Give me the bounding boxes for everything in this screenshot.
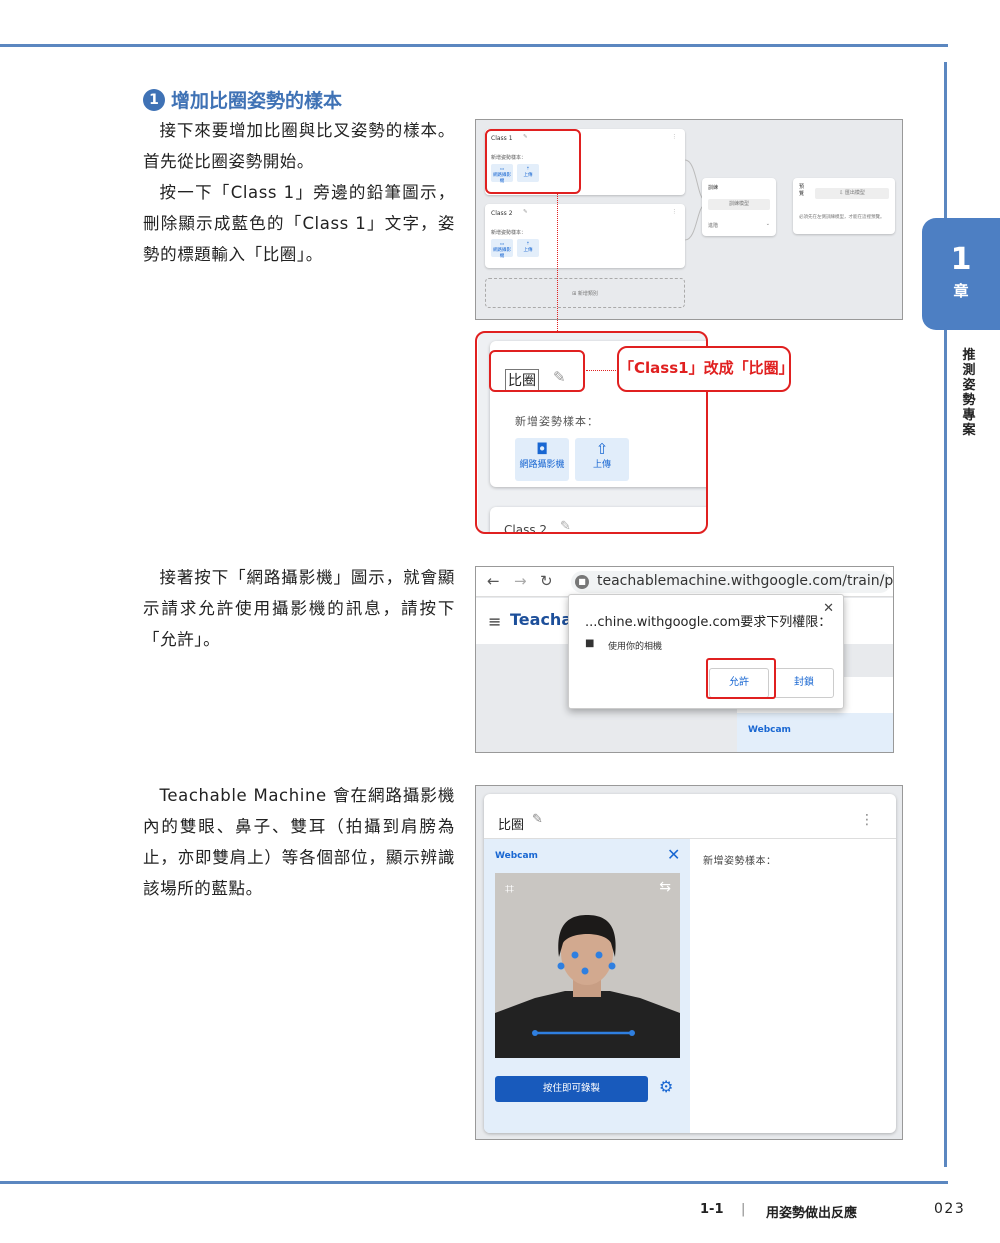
add-class-button[interactable]: ⊞ 新增類別: [485, 278, 685, 308]
dialog-title: ...chine.withgoogle.com要求下列權限：: [585, 615, 832, 630]
menu-icon[interactable]: ≡: [488, 612, 501, 631]
paragraph-4: Teachable Machine 會在網路攝影機內的雙眼、鼻子、雙耳（拍攝到肩…: [143, 786, 455, 898]
paragraph-block-3: Teachable Machine 會在網路攝影機內的雙眼、鼻子、雙耳（拍攝到肩…: [143, 780, 455, 904]
class-title: 比圈: [498, 818, 525, 833]
train-label: 訓練: [708, 185, 719, 191]
class2-webcam-button[interactable]: ▭ 網路攝影機: [491, 239, 513, 259]
chapter-tab: 1 章: [922, 218, 1000, 330]
chapter-word: 章: [953, 282, 969, 300]
top-rule: [0, 44, 948, 47]
browser-toolbar: ← → ↻ ■ teachablemachine.withgoogle.com/…: [476, 567, 893, 597]
shoulder-point: [629, 1030, 635, 1036]
allow-highlight: [706, 658, 776, 699]
class-name-highlight: [489, 350, 585, 392]
step-number-badge: 1: [143, 88, 165, 111]
paragraph-block-2: 接著按下「網路攝影機」圖示，就會顯示請求允許使用攝影機的訊息，請按下「允許」。: [143, 562, 455, 655]
webcam-class-card: 比圈 ✎ ⋮ Webcam ✕ ⌗ ⇆ 按住即可錄製 ⚙ 新增姿勢樣本：: [484, 794, 896, 1133]
eye-point: [571, 951, 579, 959]
preview-label: 預覽: [799, 184, 805, 197]
more-icon[interactable]: ⋮: [672, 209, 678, 215]
reload-icon[interactable]: ↻: [540, 572, 553, 590]
webcam-panel-label: Webcam: [495, 851, 538, 861]
page-number: 023: [934, 1201, 966, 1217]
lock-icon[interactable]: ■: [575, 575, 589, 589]
camera-icon: ■: [585, 638, 595, 649]
ear-point: [608, 962, 616, 970]
ear-point: [557, 962, 565, 970]
permission-text: 使用你的相機: [608, 642, 663, 652]
url-text[interactable]: teachablemachine.withgoogle.com/train/po…: [597, 573, 893, 589]
permission-screenshot: ← → ↻ ■ teachablemachine.withgoogle.com/…: [475, 566, 894, 753]
paragraph-2: 按一下「Class 1」旁邊的鉛筆圖示，刪除顯示成藍色的「Class 1」文字，…: [143, 183, 455, 264]
eye-point: [595, 951, 603, 959]
class2-title: Class 2: [491, 210, 513, 217]
add-samples-label: 新增姿勢樣本：: [703, 856, 777, 867]
pencil-icon[interactable]: ✎: [523, 209, 528, 215]
shoulder-point: [532, 1030, 538, 1036]
webcam-panel: Webcam ✕ ⌗ ⇆ 按住即可錄製 ⚙: [484, 839, 690, 1133]
upload-label: 上傳: [523, 248, 533, 253]
webcam-label: Webcam: [748, 725, 791, 735]
footer-section-number: 1-1: [700, 1202, 724, 1217]
training-panel: 訓練 訓練模型 進階 ⌄: [702, 178, 776, 236]
webcam-feed: ⌗ ⇆: [495, 873, 680, 1058]
preview-note: 必須先在左側訓練模型，才能在這裡預覽。: [799, 215, 885, 220]
forward-icon[interactable]: →: [514, 572, 527, 590]
hold-to-record-button[interactable]: 按住即可錄製: [495, 1076, 648, 1102]
class2-add-samples: 新增姿勢樣本：: [491, 230, 527, 236]
paragraph-block-1: 接下來要增加比圈與比叉姿勢的樣本。首先從比圈姿勢開始。 按一下「Class 1」…: [143, 115, 455, 270]
preview-panel: 預覽 ⇩ 匯出模型 必須先在左側訓練模型，才能在這裡預覽。: [793, 178, 895, 234]
close-icon[interactable]: ✕: [823, 601, 834, 616]
highlight-connector-horizontal: [586, 370, 618, 371]
person-with-keypoints: [495, 873, 680, 1058]
chevron-down-icon[interactable]: ⌄: [766, 221, 770, 227]
step-heading-text: 增加比圈姿勢的樣本: [171, 90, 343, 112]
rename-callout: 「Class1」改成「比圈」: [617, 346, 794, 392]
gear-icon[interactable]: ⚙: [659, 1077, 673, 1096]
more-icon[interactable]: ⋮: [860, 812, 874, 828]
train-model-button[interactable]: 訓練模型: [708, 199, 770, 210]
chapter-side-title: 推測姿勢專案: [962, 348, 976, 438]
flip-icon[interactable]: ⇆: [659, 879, 671, 895]
paragraph-3: 接著按下「網路攝影機」圖示，就會顯示請求允許使用攝影機的訊息，請按下「允許」。: [143, 568, 455, 649]
nose-point: [581, 967, 589, 975]
class2-upload-button[interactable]: ⇡ 上傳: [517, 239, 539, 257]
webcam-label: 網路攝影機: [493, 248, 511, 259]
footer-separator: |: [741, 1202, 746, 1217]
more-icon[interactable]: ⋮: [672, 134, 678, 140]
pencil-icon[interactable]: ✎: [532, 812, 543, 827]
chapter-number: 1: [950, 242, 972, 277]
crop-icon[interactable]: ⌗: [505, 879, 514, 899]
block-button[interactable]: 封鎖: [774, 668, 834, 698]
back-icon[interactable]: ←: [487, 572, 500, 590]
advanced-label[interactable]: 進階: [708, 222, 718, 229]
export-model-button[interactable]: ⇩ 匯出模型: [815, 188, 889, 199]
step-heading: 1 增加比圈姿勢的樣本: [143, 86, 342, 113]
paragraph-1: 接下來要增加比圈與比叉姿勢的樣本。首先從比圈姿勢開始。: [143, 121, 455, 171]
webcam-screenshot: 比圈 ✎ ⋮ Webcam ✕ ⌗ ⇆ 按住即可錄製 ⚙ 新增姿勢樣本：: [475, 785, 903, 1140]
footer-section-title: 用姿勢做出反應: [766, 1206, 858, 1221]
highlight-connector-vertical: [557, 193, 558, 333]
export-label: 匯出模型: [844, 190, 865, 196]
class1-highlight: [485, 129, 581, 194]
class2-card: Class 2 ✎ ⋮ 新增姿勢樣本： ▭ 網路攝影機 ⇡ 上傳: [485, 204, 685, 268]
close-icon[interactable]: ✕: [667, 845, 680, 864]
bottom-rule: [0, 1181, 948, 1184]
